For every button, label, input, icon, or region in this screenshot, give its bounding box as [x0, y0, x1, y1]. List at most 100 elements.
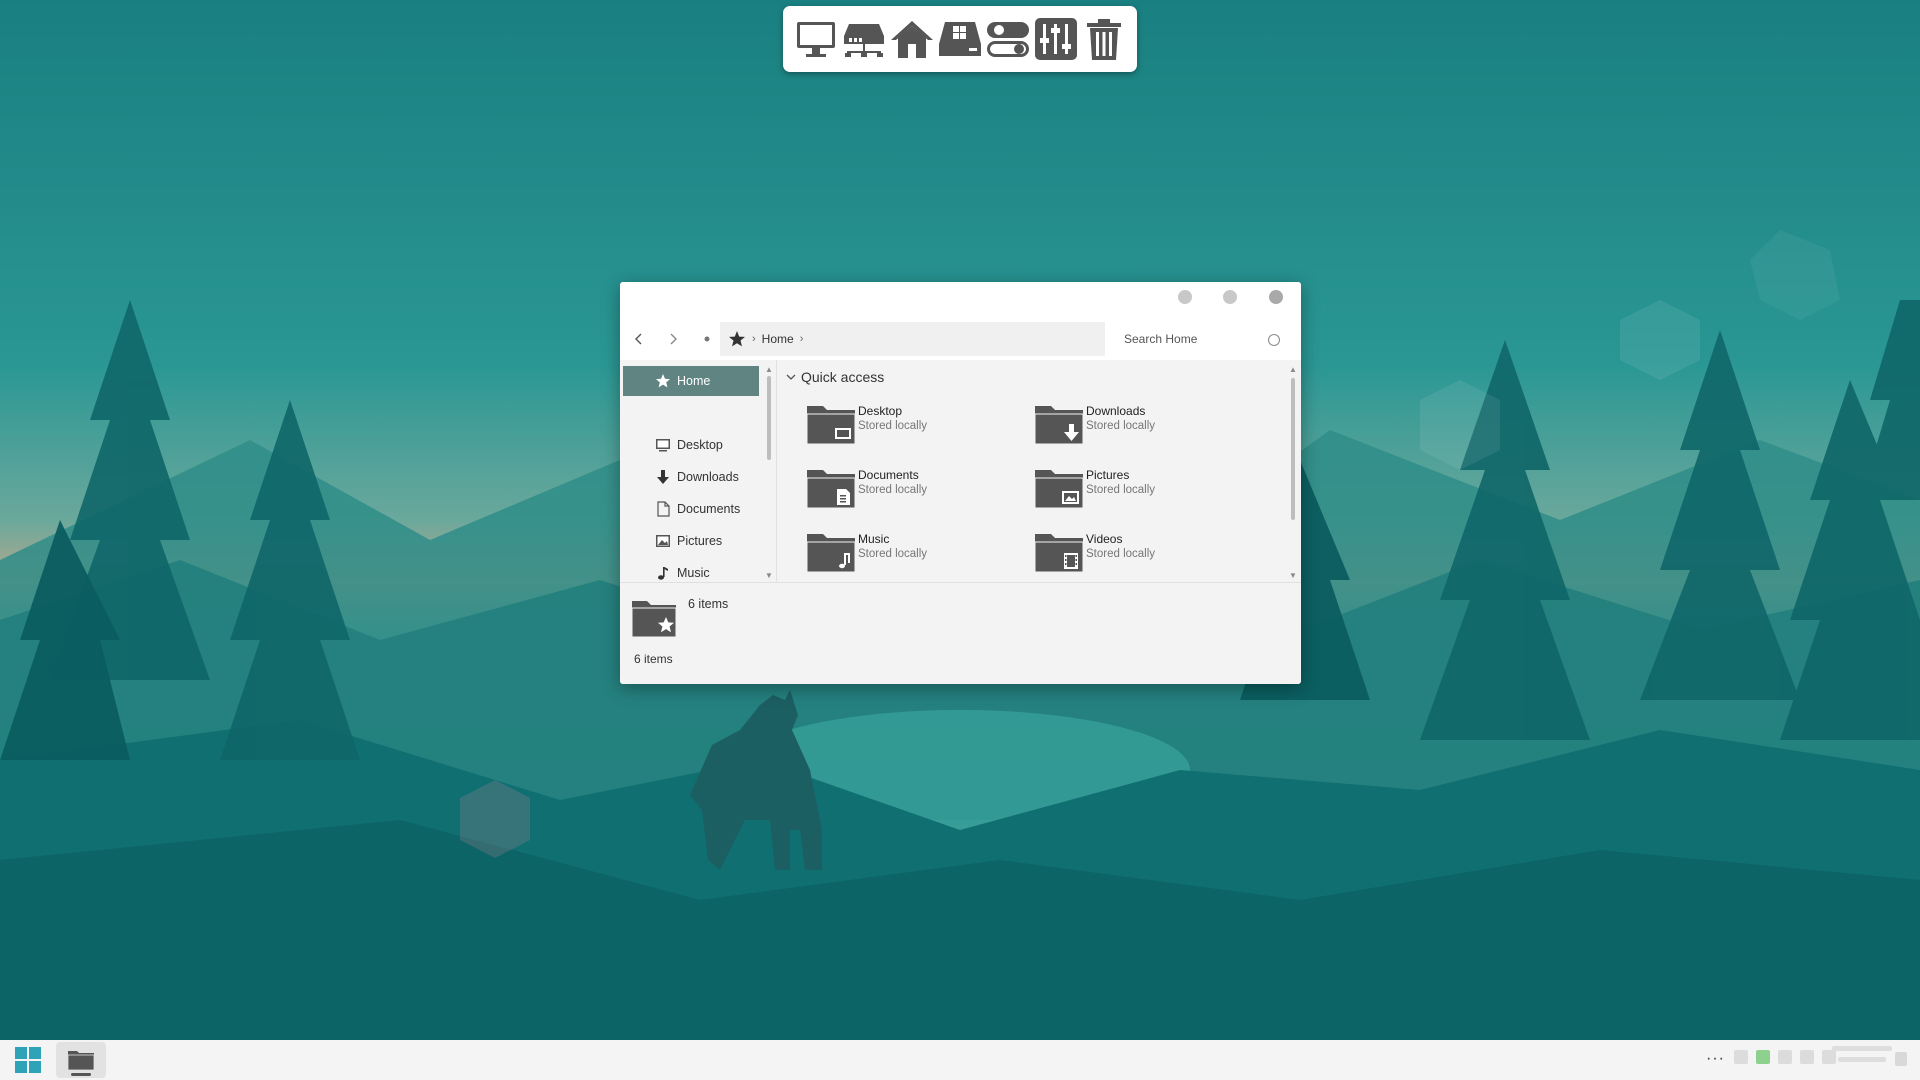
notification-icon[interactable]	[1895, 1052, 1907, 1066]
desktop-icon	[655, 437, 671, 453]
dock-home-button[interactable]	[889, 12, 935, 66]
folder-tile-pictures[interactable]: Pictures Stored locally	[1033, 464, 1243, 516]
home-folder-icon	[630, 595, 678, 639]
quick-access-header[interactable]: Quick access	[785, 366, 884, 388]
tile-name: Desktop	[858, 404, 903, 418]
star-icon	[729, 331, 745, 347]
tile-name: Documents	[858, 468, 919, 482]
content-scrollbar[interactable]: ▲ ▼	[1287, 366, 1299, 580]
breadcrumb-separator: ›	[752, 333, 756, 345]
picture-icon	[655, 533, 671, 549]
sidebar-scrollbar[interactable]: ▲ ▼	[763, 366, 775, 580]
downloads-folder-icon	[1033, 400, 1085, 446]
network-icon	[844, 24, 884, 57]
windows-logo-icon	[15, 1047, 41, 1073]
dock-network-button[interactable]	[841, 12, 887, 66]
dock-settings-button[interactable]	[1033, 12, 1079, 66]
toggle-icon	[987, 22, 1029, 57]
trash-icon	[1087, 19, 1121, 60]
scroll-up-arrow-icon[interactable]: ▲	[1289, 366, 1297, 374]
minimize-button[interactable]	[1178, 290, 1192, 304]
address-bar[interactable]: › Home ›	[720, 322, 1105, 356]
quick-access-title: Quick access	[801, 369, 885, 385]
close-button[interactable]	[1269, 290, 1283, 304]
dot-icon	[704, 336, 710, 342]
tile-subtitle: Stored locally	[858, 420, 928, 432]
tile-name: Downloads	[1086, 404, 1146, 418]
scroll-down-arrow-icon[interactable]: ▼	[765, 572, 773, 580]
sidebar-item-documents[interactable]: Documents	[623, 494, 759, 524]
tray-icon[interactable]	[1734, 1050, 1748, 1064]
desktop-folder-icon	[805, 400, 857, 446]
dock-trash-button[interactable]	[1081, 12, 1127, 66]
music-folder-icon	[805, 528, 857, 574]
dock-monitor-button[interactable]	[793, 12, 839, 66]
taskbar: ···	[0, 1040, 1920, 1080]
folder-tile-desktop[interactable]: Desktop Stored locally	[805, 400, 1015, 452]
volume-icon[interactable]	[1800, 1050, 1814, 1064]
navigation-pane: Home Desktop Downloads Documents Picture…	[620, 360, 773, 582]
tile-subtitle: Stored locally	[858, 484, 928, 496]
tray-overflow-button[interactable]: ···	[1706, 1050, 1725, 1068]
sidebar-item-downloads[interactable]: Downloads	[623, 462, 759, 492]
sidebar-item-desktop[interactable]: Desktop	[623, 430, 759, 460]
breadcrumb-separator: ›	[799, 333, 804, 345]
tile-subtitle: Stored locally	[1086, 548, 1156, 560]
star-icon	[655, 373, 671, 389]
system-tray	[1734, 1050, 1836, 1064]
chevron-down-icon	[786, 374, 796, 380]
back-button[interactable]	[628, 328, 650, 350]
windows-drive-icon	[939, 22, 981, 56]
folder-icon	[67, 1051, 95, 1071]
search-icon[interactable]	[1268, 334, 1280, 346]
sidebar-item-label: Desktop	[677, 438, 723, 452]
scrollbar-thumb[interactable]	[767, 376, 771, 460]
battery-icon[interactable]	[1756, 1050, 1770, 1064]
sidebar-item-label: Music	[677, 566, 710, 580]
chevron-left-icon	[635, 333, 642, 345]
item-count: 6 items	[688, 597, 729, 611]
breadcrumb-home[interactable]: Home	[762, 332, 794, 346]
dock-toggle-button[interactable]	[985, 12, 1031, 66]
home-icon	[891, 21, 933, 58]
top-dock	[783, 6, 1137, 72]
tile-subtitle: Stored locally	[1086, 420, 1156, 432]
documents-folder-icon	[805, 464, 857, 510]
scroll-down-arrow-icon[interactable]: ▼	[1289, 572, 1297, 580]
tile-name: Pictures	[1086, 468, 1130, 482]
folder-tile-documents[interactable]: Documents Stored locally	[805, 464, 1015, 516]
sidebar-item-label: Pictures	[677, 534, 723, 548]
clock[interactable]	[1832, 1046, 1892, 1074]
tile-subtitle: Stored locally	[1086, 484, 1156, 496]
download-icon	[655, 469, 671, 485]
forward-button[interactable]	[662, 328, 684, 350]
folder-tile-music[interactable]: Music Stored locally	[805, 528, 1015, 580]
sidebar-item-home[interactable]: Home	[623, 366, 759, 396]
folder-tile-downloads[interactable]: Downloads Stored locally	[1033, 400, 1243, 452]
taskbar-file-explorer-button[interactable]	[56, 1042, 106, 1078]
sidebar-item-label: Home	[677, 374, 711, 388]
status-bar-text: 6 items	[634, 652, 673, 666]
maximize-button[interactable]	[1223, 290, 1237, 304]
videos-folder-icon	[1033, 528, 1085, 574]
document-icon	[655, 501, 671, 517]
start-button[interactable]	[13, 1045, 43, 1075]
tile-subtitle: Stored locally	[858, 548, 928, 560]
dock-drive-button[interactable]	[937, 12, 983, 66]
monitor-icon	[797, 22, 835, 57]
pictures-folder-icon	[1033, 464, 1085, 510]
running-indicator	[71, 1073, 91, 1076]
recent-locations-button[interactable]	[696, 328, 718, 350]
folder-tile-videos[interactable]: Videos Stored locally	[1033, 528, 1243, 580]
search-input[interactable]	[1122, 331, 1276, 347]
sliders-icon	[1035, 18, 1077, 60]
file-explorer-window: › Home › Home Desktop Downloads	[620, 282, 1301, 684]
scroll-up-arrow-icon[interactable]: ▲	[765, 366, 773, 374]
scrollbar-thumb[interactable]	[1291, 378, 1295, 520]
tile-name: Videos	[1086, 532, 1123, 546]
title-bar[interactable]	[620, 282, 1301, 318]
chevron-right-icon	[670, 333, 677, 345]
sidebar-item-pictures[interactable]: Pictures	[623, 526, 759, 556]
navigation-bar: › Home ›	[620, 318, 1301, 360]
network-icon[interactable]	[1778, 1050, 1792, 1064]
